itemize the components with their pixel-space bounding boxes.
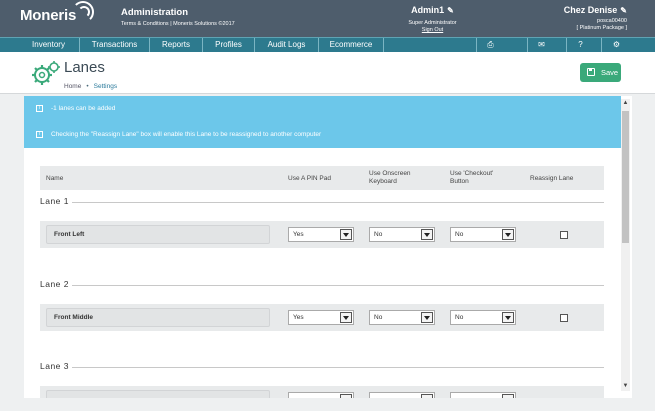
lane-divider [72,285,604,286]
pin-pad-select[interactable]: Yes [288,227,354,242]
lane-title: Lane 1 [40,196,69,206]
scroll-down-icon[interactable]: ▼ [621,382,630,391]
checkout-value: No [455,231,464,238]
lane-divider [72,202,604,203]
store-block: Chez Denise ✎ posca00400 [ Platinum Packa… [564,5,627,31]
pin-pad-value: Yes [293,314,304,321]
vertical-scrollbar[interactable]: ▲ ▼ [621,99,630,391]
edit-user-pencil-icon[interactable]: ✎ [447,6,454,15]
breadcrumb-current: Settings [93,83,118,90]
nav-profiles[interactable]: Profiles [203,38,255,52]
breadcrumb: Home • Settings [64,83,117,90]
mail-icon[interactable]: ✉ [527,38,555,52]
lane-title: Lane 3 [40,361,69,371]
col-checkout-button: Use 'Checkout' Button [450,170,494,185]
col-onscreen-keyboard: Use Onscreen Keyboard [369,170,411,185]
edit-store-pencil-icon[interactable]: ✎ [620,6,627,15]
breadcrumb-separator: • [86,83,89,90]
onscreen-value: No [374,231,383,238]
main-nav: Inventory Transactions Reports Profiles … [0,37,655,52]
reassign-lane-checkbox[interactable] [560,231,568,239]
chevron-down-icon[interactable] [340,394,352,398]
lane-row: Front Left Yes No No [40,221,604,248]
chevron-down-icon[interactable] [421,229,433,240]
pin-pad-select[interactable] [288,392,354,398]
save-button[interactable]: Save [580,63,621,82]
info-icon: i [36,105,43,112]
gears-icon [32,61,60,85]
onscreen-keyboard-select[interactable]: No [369,227,435,242]
store-id: posca00400 [597,18,627,24]
sign-out-link[interactable]: Sign Out [395,27,470,33]
lane-divider [72,367,604,368]
info-line-2: i Checking the "Reassign Lane" box will e… [36,131,321,138]
lane-name-field[interactable] [46,390,270,398]
pin-pad-select[interactable]: Yes [288,310,354,325]
user-role: Super Administrator [408,20,457,26]
scroll-up-icon[interactable]: ▲ [621,99,630,108]
lane-title: Lane 2 [40,279,69,289]
nav-transactions[interactable]: Transactions [80,38,150,52]
save-disk-icon [587,68,595,76]
lane-row [40,386,604,398]
page-header: Lanes Home • Settings Save [0,52,655,94]
nav-ecommerce[interactable]: Ecommerce [319,38,384,52]
top-header: Moneris Administration Terms & Condition… [0,0,655,37]
app-title: Administration [121,7,189,18]
checkout-button-select[interactable]: No [450,310,516,325]
terms-link[interactable]: Terms & Conditions | Moneris Solutions ©… [121,21,235,27]
nav-reports[interactable]: Reports [150,38,203,52]
chevron-down-icon[interactable] [340,229,352,240]
nav-inventory[interactable]: Inventory [18,38,80,52]
pin-pad-value: Yes [293,231,304,238]
user-block: Admin1 ✎ Super Administrator Sign Out [395,5,470,33]
user-name: Admin1 [411,5,445,15]
save-label: Save [601,68,619,77]
info-text-2: Checking the "Reassign Lane" box will en… [51,131,322,139]
col-reassign-lane: Reassign Lane [530,175,574,182]
col-pin-pad: Use A PIN Pad [288,175,331,182]
settings-icon[interactable]: ⚙ [601,38,631,52]
lane-row: Front Middle Yes No No [40,304,604,331]
lane-name-field[interactable]: Front Left [46,225,270,244]
help-icon[interactable]: ? [566,38,594,52]
package-label: [ Platinum Package ] [576,25,627,31]
logo-swirl-inner-icon [78,6,90,18]
table-header: Name Use A PIN Pad Use Onscreen Keyboard… [40,166,604,190]
page-title: Lanes [64,59,105,76]
chevron-down-icon[interactable] [421,312,433,323]
checkout-button-select[interactable] [450,392,516,398]
breadcrumb-home[interactable]: Home [64,83,81,90]
info-icon: i [36,131,43,138]
scrollbar-thumb[interactable] [622,111,629,243]
content-panel: i -1 lanes can be added i Checking the "Re… [24,96,632,398]
nav-audit-logs[interactable]: Audit Logs [255,38,319,52]
col-name: Name [46,175,64,182]
info-text-1: -1 lanes can be added [51,105,116,113]
checkout-value: No [455,314,464,321]
onscreen-value: No [374,314,383,321]
chevron-down-icon[interactable] [502,394,514,398]
store-name: Chez Denise [563,5,618,15]
info-banner: i -1 lanes can be added i Checking the "Re… [24,96,621,148]
moneris-logo[interactable]: Moneris [20,7,76,24]
onscreen-keyboard-select[interactable] [369,392,435,398]
chevron-down-icon[interactable] [502,312,514,323]
reassign-lane-checkbox[interactable] [560,314,568,322]
checkout-button-select[interactable]: No [450,227,516,242]
info-line-1: i -1 lanes can be added [36,105,115,112]
onscreen-keyboard-select[interactable]: No [369,310,435,325]
chevron-down-icon[interactable] [340,312,352,323]
chevron-down-icon[interactable] [421,394,433,398]
lane-name-field[interactable]: Front Middle [46,308,270,327]
chevron-down-icon[interactable] [502,229,514,240]
printer-icon[interactable]: ⎙ [476,38,504,52]
